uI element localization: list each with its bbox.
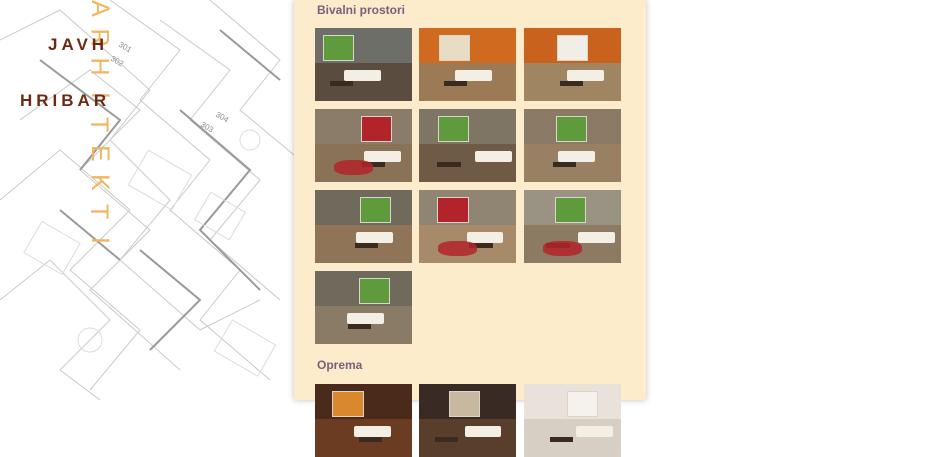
- logo-vertical-letter: H: [85, 57, 114, 76]
- logo-vertical-letter: K: [85, 174, 114, 191]
- living-room-image-1[interactable]: [315, 28, 412, 101]
- living-room-image-10[interactable]: [315, 271, 412, 344]
- logo-vertical-letter: A: [85, 0, 114, 17]
- blueprint-background: 301 302 304 303 ARHITEKTI JAVH HRIBAR: [0, 0, 300, 400]
- company-logo[interactable]: ARHITEKTI JAVH HRIBAR: [20, 0, 130, 260]
- logo-line-2: HRIBAR: [20, 91, 111, 110]
- equipment-image-1[interactable]: [315, 384, 412, 457]
- logo-vertical-letter: E: [85, 145, 114, 162]
- living-room-image-6[interactable]: [524, 109, 621, 182]
- living-room-image-9[interactable]: [524, 190, 621, 263]
- logo-vertical-letter: T: [85, 203, 114, 220]
- living-room-image-7[interactable]: [315, 190, 412, 263]
- section-title-equipment: Oprema: [317, 358, 363, 372]
- section-title-living-spaces: Bivalni prostori: [317, 3, 406, 17]
- equipment-image-2[interactable]: [419, 384, 516, 457]
- living-room-image-8[interactable]: [419, 190, 516, 263]
- living-room-image-2[interactable]: [419, 28, 516, 101]
- logo-line-1: JAVH: [48, 35, 109, 54]
- equipment-image-3[interactable]: [524, 384, 621, 457]
- logo-vertical-letter: I: [85, 237, 114, 244]
- svg-text:303: 303: [199, 120, 216, 135]
- living-room-image-5[interactable]: [419, 109, 516, 182]
- logo-vertical-letter: T: [85, 116, 114, 133]
- living-room-image-3[interactable]: [524, 28, 621, 101]
- living-room-image-4[interactable]: [315, 109, 412, 182]
- gallery-panel: Bivalni prostori Oprema: [294, 0, 646, 457]
- svg-text:304: 304: [214, 110, 231, 125]
